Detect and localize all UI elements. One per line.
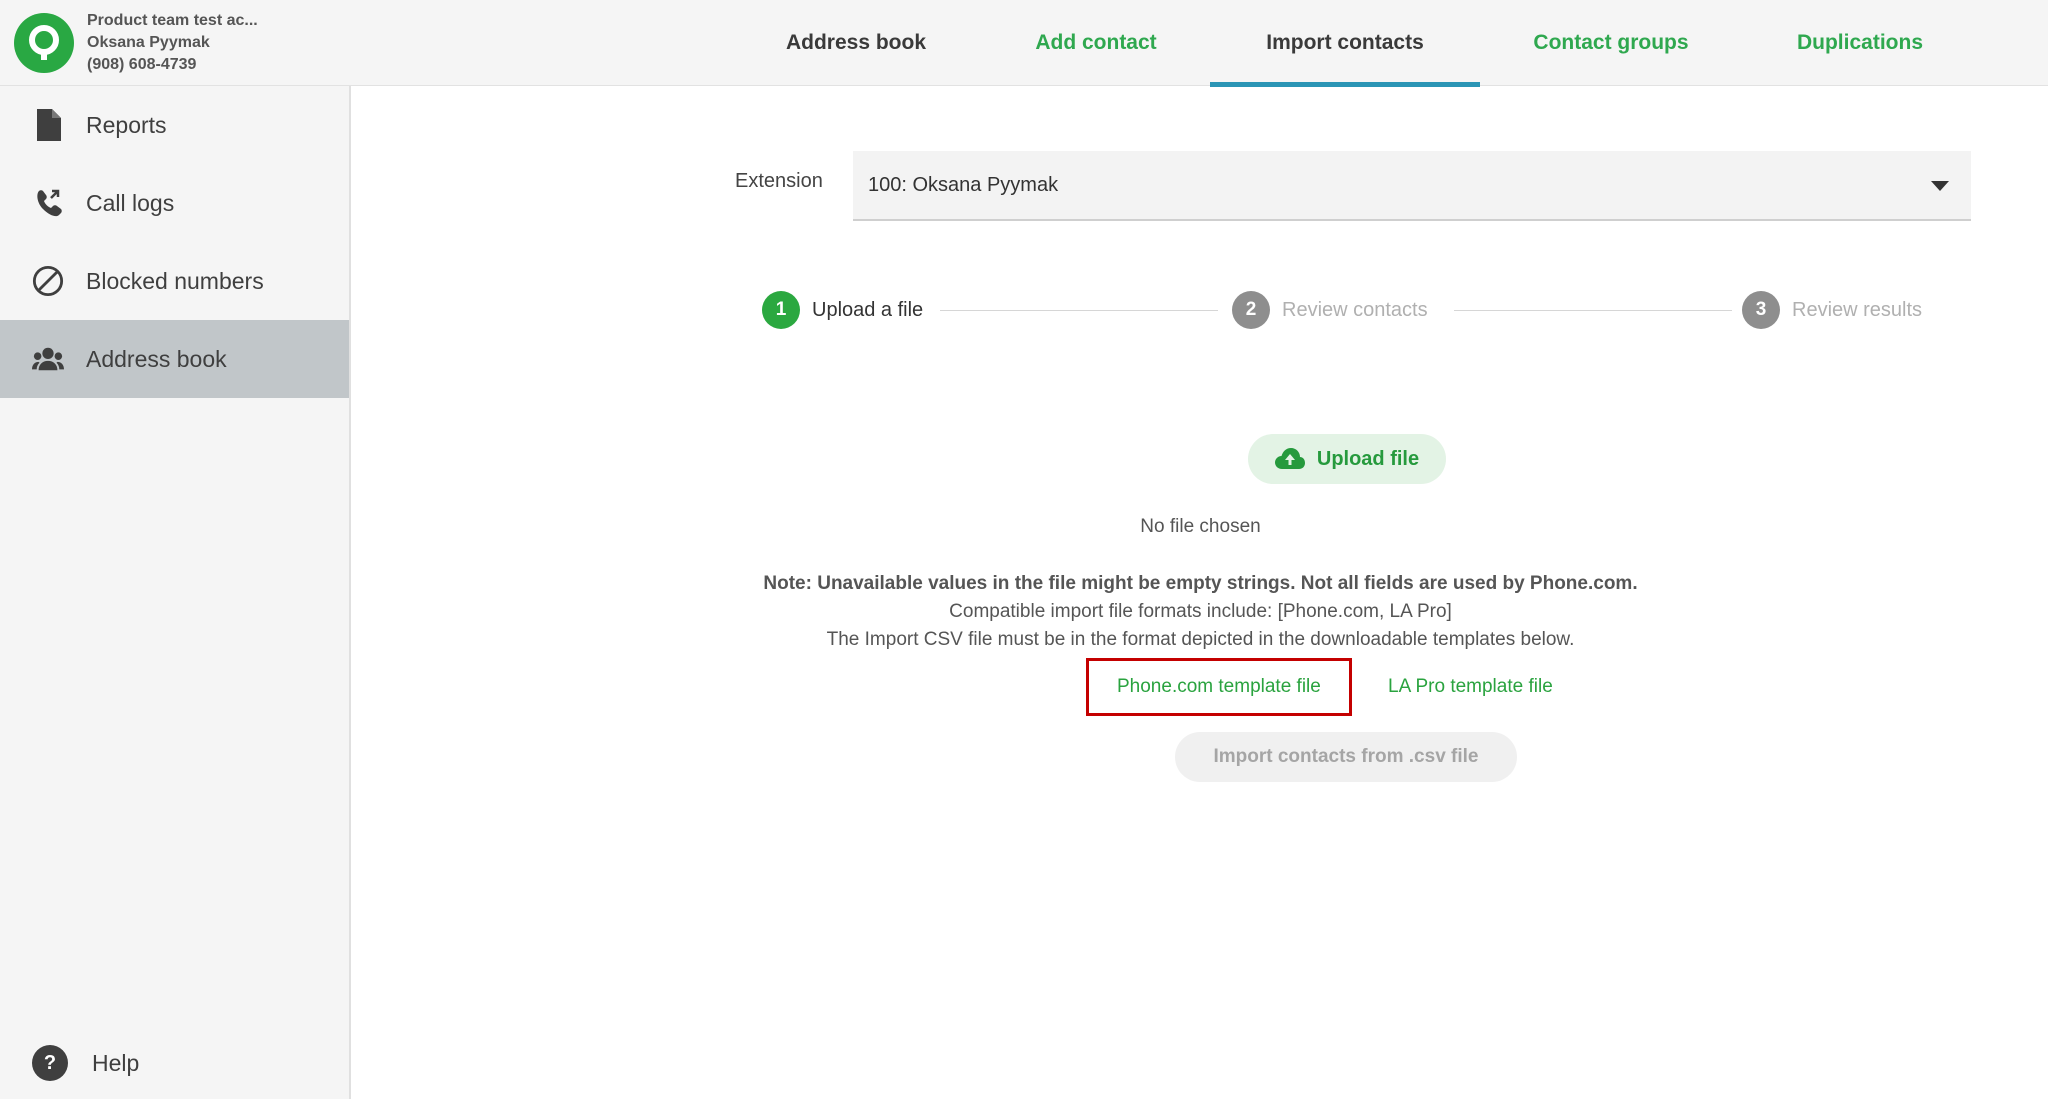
- note-line-3: The Import CSV file must be in the forma…: [826, 629, 1575, 650]
- sidebar-item-call-logs[interactable]: Call logs: [0, 164, 349, 242]
- cloud-upload-icon: [1274, 448, 1305, 469]
- account-phone: (908) 608-4739: [87, 56, 197, 73]
- step-label: Review results: [1792, 298, 1923, 321]
- lapro-template-link[interactable]: LA Pro template file: [1388, 658, 1553, 716]
- step-number: 3: [1742, 291, 1780, 329]
- tab-import-contacts[interactable]: Import contacts: [1210, 0, 1480, 87]
- tab-bar: Address book Add contact Import contacts…: [730, 0, 1978, 87]
- step-label: Review contacts: [1282, 298, 1428, 321]
- template-links: Phone.com template file LA Pro template …: [353, 658, 2048, 716]
- step-review-results: 3 Review results: [1742, 290, 1922, 330]
- note-line-1: Note: Unavailable values in the file mig…: [763, 573, 1638, 594]
- file-status: No file chosen: [1140, 516, 1261, 537]
- help-link[interactable]: ? Help: [32, 1045, 139, 1081]
- extension-label: Extension: [735, 170, 823, 192]
- app-window: Product team test ac... Oksana Pyymak (9…: [0, 0, 2048, 1099]
- extension-select[interactable]: 100: Oksana Pyymak: [853, 151, 1971, 221]
- import-csv-button[interactable]: Import contacts from .csv file: [1175, 732, 1517, 782]
- sidebar-item-reports[interactable]: Reports: [0, 86, 349, 164]
- sidebar-item-blocked-numbers[interactable]: Blocked numbers: [0, 242, 349, 320]
- blocked-icon: [32, 265, 64, 297]
- help-label: Help: [92, 1049, 140, 1076]
- extension-value: 100: Oksana Pyymak: [868, 173, 1059, 196]
- note-line-2: Compatible import file formats include: …: [949, 601, 1452, 622]
- sidebar-item-address-book[interactable]: Address book: [0, 320, 349, 398]
- file-icon: [32, 109, 64, 141]
- import-note: Note: Unavailable values in the file mig…: [353, 570, 2048, 654]
- help-icon: ?: [32, 1045, 68, 1081]
- chevron-down-icon: [1931, 181, 1949, 191]
- upload-file-button[interactable]: Upload file: [1248, 434, 1446, 484]
- step-number: 1: [762, 291, 800, 329]
- step-number: 2: [1232, 291, 1270, 329]
- step-connector: [1454, 310, 1732, 311]
- phonecom-logo-icon: [14, 13, 74, 73]
- sidebar-item-label: Address book: [86, 345, 227, 372]
- account-name: Product team test ac...: [87, 12, 258, 29]
- phonecom-template-link[interactable]: Phone.com template file: [1086, 658, 1352, 716]
- tab-add-contact[interactable]: Add contact: [982, 0, 1210, 86]
- tab-address-book[interactable]: Address book: [730, 0, 982, 86]
- step-upload-file: 1 Upload a file: [762, 290, 923, 330]
- tab-duplications[interactable]: Duplications: [1742, 0, 1978, 86]
- step-review-contacts: 2 Review contacts: [1232, 290, 1428, 330]
- step-label: Upload a file: [812, 298, 924, 321]
- upload-file-label: Upload file: [1316, 447, 1420, 470]
- import-contacts-panel: Extension 100: Oksana Pyymak 1 Upload a …: [353, 86, 2048, 1099]
- import-stepper: 1 Upload a file 2 Review contacts 3 Revi…: [762, 290, 1932, 330]
- sidebar-item-label: Blocked numbers: [86, 267, 264, 294]
- sidebar-item-label: Call logs: [86, 189, 175, 216]
- phone-calls-icon: [32, 187, 64, 219]
- top-bar: Product team test ac... Oksana Pyymak (9…: [0, 0, 2048, 87]
- account-user: Oksana Pyymak: [87, 34, 210, 51]
- people-icon: [32, 343, 64, 375]
- step-connector: [940, 310, 1218, 311]
- tab-contact-groups[interactable]: Contact groups: [1480, 0, 1742, 86]
- account-switcher[interactable]: Product team test ac... Oksana Pyymak (9…: [14, 8, 258, 78]
- sidebar: Reports Call logs Blocked numbers Addres…: [0, 86, 351, 1099]
- sidebar-item-label: Reports: [86, 111, 167, 138]
